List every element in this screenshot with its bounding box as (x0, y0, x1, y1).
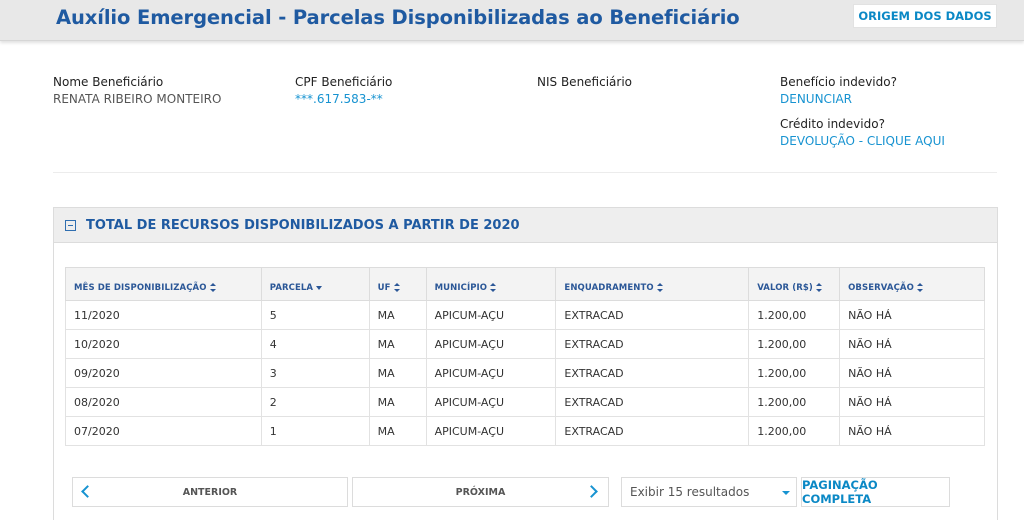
table-row: 09/2020 3 MA APICUM-AÇU EXTRACAD 1.200,0… (65, 358, 985, 388)
page-size-value: Exibir 15 resultados (630, 485, 750, 499)
data-origin-button[interactable]: ORIGEM DOS DADOS (853, 4, 997, 28)
col-header-month[interactable]: MÊS DE DISPONIBILIZAÇÃO (65, 267, 262, 301)
resources-panel: TOTAL DE RECURSOS DISPONIBILIZADOS A PAR… (53, 207, 998, 520)
full-pagination-label: PAGINAÇÃO COMPLETA (802, 478, 878, 506)
beneficiary-cpf-block: CPF Beneficiário ***.617.583-** (295, 74, 392, 107)
table-row: 11/2020 5 MA APICUM-AÇU EXTRACAD 1.200,0… (65, 300, 985, 330)
cell-month: 07/2020 (65, 416, 262, 446)
col-header-value[interactable]: VALOR (R$) (748, 267, 841, 301)
sort-icon (490, 283, 497, 292)
refund-link[interactable]: DEVOLUÇÃO - CLIQUE AQUI (780, 133, 945, 149)
full-pagination-button[interactable]: PAGINAÇÃO COMPLETA (801, 477, 950, 507)
col-header-uf[interactable]: UF (368, 267, 427, 301)
cell-municipality: APICUM-AÇU (425, 416, 557, 446)
cell-observation: NÃO HÁ (839, 387, 985, 417)
cell-month: 11/2020 (65, 300, 262, 330)
sort-desc-icon (316, 285, 323, 290)
chevron-right-icon (585, 485, 598, 498)
sort-icon (815, 283, 822, 292)
col-header-municipality[interactable]: MUNICÍPIO (425, 267, 557, 301)
page-title: Auxílio Emergencial - Parcelas Disponibi… (56, 6, 740, 29)
previous-page-label: ANTERIOR (182, 486, 238, 498)
beneficiary-nis-label: NIS Beneficiário (537, 75, 633, 89)
beneficiary-cpf-value: ***.617.583-** (295, 92, 383, 106)
cell-municipality: APICUM-AÇU (425, 358, 557, 388)
cell-framework: EXTRACAD (555, 387, 750, 417)
cell-month: 10/2020 (65, 329, 262, 359)
cell-month: 08/2020 (65, 387, 262, 417)
beneficiary-name-block: Nome Beneficiário RENATA RIBEIRO MONTEIR… (53, 74, 221, 107)
cell-municipality: APICUM-AÇU (425, 300, 557, 330)
beneficiary-name-value: RENATA RIBEIRO MONTEIRO (53, 92, 222, 106)
chevron-left-icon (81, 485, 94, 498)
sort-icon (656, 283, 663, 292)
cell-uf: MA (368, 416, 427, 446)
beneficiary-nis-block: NIS Beneficiário (537, 74, 632, 90)
table-row: 10/2020 4 MA APICUM-AÇU EXTRACAD 1.200,0… (65, 329, 985, 359)
cell-observation: NÃO HÁ (839, 300, 985, 330)
panel-header[interactable]: TOTAL DE RECURSOS DISPONIBILIZADOS A PAR… (54, 208, 997, 243)
sort-icon (393, 283, 400, 292)
table-row: 08/2020 2 MA APICUM-AÇU EXTRACAD 1.200,0… (65, 387, 985, 417)
cell-value: 1.200,00 (748, 387, 841, 417)
collapse-icon[interactable] (65, 219, 76, 231)
next-page-button[interactable]: PRÓXIMA (352, 477, 609, 507)
cell-installment: 5 (260, 300, 370, 330)
caret-down-icon (782, 491, 790, 495)
improper-benefit-label: Benefício indevido? (780, 75, 897, 89)
cell-uf: MA (368, 387, 427, 417)
cell-observation: NÃO HÁ (839, 329, 985, 359)
cell-value: 1.200,00 (748, 416, 841, 446)
page-size-select[interactable]: Exibir 15 resultados (621, 477, 797, 507)
cell-value: 1.200,00 (748, 300, 841, 330)
cell-month: 09/2020 (65, 358, 262, 388)
section-divider (53, 172, 997, 173)
next-page-label: PRÓXIMA (455, 486, 506, 498)
cell-framework: EXTRACAD (555, 329, 750, 359)
sort-icon (209, 283, 216, 292)
panel-title: TOTAL DE RECURSOS DISPONIBILIZADOS A PAR… (86, 217, 520, 233)
cell-uf: MA (368, 329, 427, 359)
cell-installment: 4 (260, 329, 370, 359)
col-header-framework[interactable]: ENQUADRAMENTO (555, 267, 750, 301)
cell-uf: MA (368, 300, 427, 330)
report-block: Benefício indevido? DENUNCIAR Crédito in… (780, 74, 945, 149)
beneficiary-name-label: Nome Beneficiário (53, 75, 164, 89)
installments-table: MÊS DE DISPONIBILIZAÇÃO PARCELA UF MUNIC… (65, 267, 985, 446)
cell-uf: MA (368, 358, 427, 388)
cell-value: 1.200,00 (748, 358, 841, 388)
cell-installment: 2 (260, 387, 370, 417)
cell-framework: EXTRACAD (555, 358, 750, 388)
cell-municipality: APICUM-AÇU (425, 329, 557, 359)
col-header-installment[interactable]: PARCELA (260, 267, 370, 301)
cell-observation: NÃO HÁ (839, 358, 985, 388)
cell-observation: NÃO HÁ (839, 416, 985, 446)
improper-credit-label: Crédito indevido? (780, 117, 885, 131)
table-header-row: MÊS DE DISPONIBILIZAÇÃO PARCELA UF MUNIC… (65, 267, 985, 301)
cell-municipality: APICUM-AÇU (425, 387, 557, 417)
report-link[interactable]: DENUNCIAR (780, 91, 945, 107)
col-header-observation[interactable]: OBSERVAÇÃO (839, 267, 985, 301)
previous-page-button[interactable]: ANTERIOR (72, 477, 348, 507)
cell-installment: 3 (260, 358, 370, 388)
page-header: Auxílio Emergencial - Parcelas Disponibi… (0, 0, 1024, 41)
sort-icon (916, 283, 923, 292)
cell-framework: EXTRACAD (555, 416, 750, 446)
cell-framework: EXTRACAD (555, 300, 750, 330)
cell-installment: 1 (260, 416, 370, 446)
beneficiary-cpf-label: CPF Beneficiário (295, 75, 393, 89)
table-row: 07/2020 1 MA APICUM-AÇU EXTRACAD 1.200,0… (65, 416, 985, 446)
cell-value: 1.200,00 (748, 329, 841, 359)
